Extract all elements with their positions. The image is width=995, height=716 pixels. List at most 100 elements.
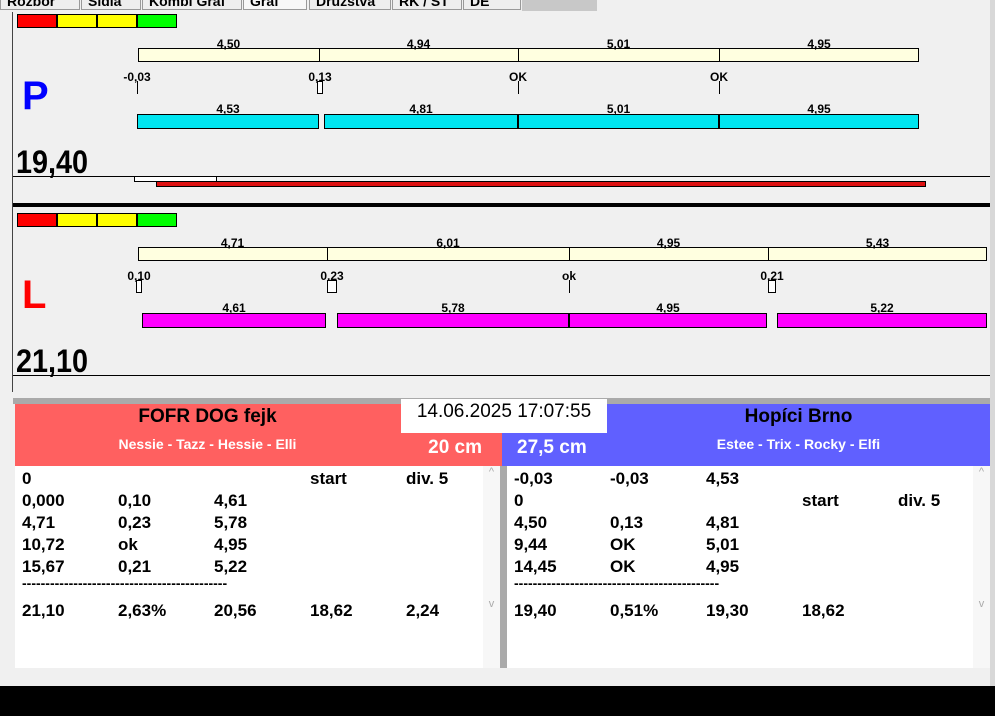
result-cell: div. 5	[406, 469, 449, 488]
summary-cell: 18,62	[310, 601, 353, 620]
summary-cell: 20,56	[214, 601, 257, 620]
status-color-cell	[57, 213, 97, 227]
segment-divider	[327, 247, 328, 261]
split-time-label: 4,95	[656, 301, 680, 315]
result-cell: 0,13	[610, 513, 644, 532]
result-cell: 4,71	[22, 513, 56, 532]
result-cell: 4,95	[706, 557, 740, 576]
summary-cell: 21,10	[22, 601, 65, 620]
result-cell: 0,23	[118, 513, 152, 532]
taskbar	[0, 686, 995, 716]
result-cell: 0,000	[22, 491, 65, 510]
lane-side-label: P	[22, 74, 49, 118]
split-time-label: 5,22	[870, 301, 894, 315]
right-team-dogs: Estee - Trix - Rocky - Elfi	[716, 436, 881, 452]
summary-cell: 19,30	[706, 601, 749, 620]
reaction-marker	[136, 280, 142, 293]
timeline-axis	[13, 375, 990, 376]
run-time-label: 5,43	[865, 236, 890, 250]
result-cell: start	[802, 491, 839, 510]
segment-divider	[719, 48, 720, 62]
segment-divider	[569, 247, 570, 261]
result-cell: 4,53	[706, 469, 740, 488]
reaction-marker	[137, 81, 138, 94]
result-cell: ok	[118, 535, 138, 554]
result-cell: 0	[22, 469, 32, 488]
timeline-bar	[156, 181, 926, 187]
result-cell: start	[310, 469, 347, 488]
result-cell: 4,81	[706, 513, 740, 532]
reaction-marker	[327, 280, 337, 293]
summary-cell: 0,51%	[610, 601, 659, 620]
summary-cell: 18,62	[802, 601, 845, 620]
scrollbar[interactable]: ^ v	[483, 466, 500, 668]
summary-cell: 2,24	[406, 601, 440, 620]
right-team-height: 27,5 cm	[517, 437, 587, 458]
left-team-dogs: Nessie - Tazz - Hessie - Elli	[118, 436, 297, 452]
split-time-label: 4,61	[222, 301, 246, 315]
segment-divider	[518, 48, 519, 62]
datetime: 14.06.2025 17:07:55	[401, 399, 607, 433]
result-cell: -0,03	[514, 469, 553, 488]
result-cell: 4,95	[214, 535, 248, 554]
tab-rozbor[interactable]: Rozbor	[0, 0, 80, 10]
right-team-name: Hopíci Brno	[744, 406, 853, 427]
result-cell: 0,21	[118, 557, 152, 576]
summary-cell: 2,63%	[118, 601, 167, 620]
result-cell: div. 5	[898, 491, 941, 510]
status-color-cell	[17, 14, 57, 28]
run-time-bar	[138, 48, 919, 62]
result-cell: 4,61	[214, 491, 248, 510]
result-cell: 10,72	[22, 535, 65, 554]
split-time-bar	[142, 313, 326, 328]
run-time-label: 4,95	[807, 37, 831, 51]
tab-bar: Rozbor Sídla Kombi Graf Graf Družstva RK…	[0, 0, 995, 11]
result-cell: 14,45	[514, 557, 557, 576]
tab-druzstva[interactable]: Družstva	[309, 0, 391, 10]
right-edge	[990, 0, 995, 686]
status-color-cell	[97, 14, 137, 28]
run-time-label: 5,01	[606, 37, 631, 51]
scrollbar[interactable]: ^ v	[973, 466, 990, 668]
split-time-label: 4,81	[409, 102, 433, 116]
status-color-cell	[17, 213, 57, 227]
status-color-cell	[97, 213, 137, 227]
split-time-bar	[569, 313, 767, 328]
result-cell: 4,50	[514, 513, 548, 532]
status-color-cell	[137, 14, 177, 28]
result-cell: -0,03	[610, 469, 649, 488]
left-team-name: FOFR DOG fejk	[138, 406, 277, 427]
run-time-label: 4,71	[220, 236, 245, 250]
run-time-label: 4,94	[406, 37, 431, 51]
right-results-text[interactable]: ^ v -0,03 -0,03 4,53 0 start div. 5 4,50 0,13 4,81…	[507, 466, 990, 668]
lane-side-label: L	[22, 273, 47, 317]
run-time-label: 4,95	[656, 236, 681, 250]
left-team-height: 20 cm	[428, 437, 482, 458]
reaction-marker	[768, 280, 776, 293]
left-results-text[interactable]: ^ v 0 start div. 5 0,000 0,10 4,61 4,71 0,23 5,78 1…	[15, 466, 500, 668]
tab-sidla[interactable]: Sídla	[81, 0, 141, 10]
split-time-bar	[324, 114, 518, 129]
reaction-marker	[719, 81, 720, 94]
result-cell: 0,10	[118, 491, 152, 510]
result-cell: 0	[514, 491, 524, 510]
tab-rk-st[interactable]: RK / ST	[392, 0, 462, 10]
status-color-cell	[57, 14, 97, 28]
tab-kombi-graf[interactable]: Kombi Graf	[142, 0, 242, 10]
result-cell: 5,01	[706, 535, 740, 554]
result-cell: 5,78	[214, 513, 248, 532]
split-time-bar	[518, 114, 719, 129]
separator-line: ----------------------------------------…	[514, 575, 720, 591]
split-time-label: 4,53	[216, 102, 240, 116]
split-time-bar	[777, 313, 987, 328]
reaction-marker	[518, 81, 519, 94]
tab-de[interactable]: DE	[463, 0, 521, 10]
result-cell: 15,67	[22, 557, 65, 576]
tab-graf[interactable]: Graf	[243, 0, 307, 10]
segment-divider	[768, 247, 769, 261]
split-time-label: 4,95	[807, 102, 831, 116]
result-cell: OK	[610, 535, 636, 554]
status-color-cell	[137, 213, 177, 227]
result-cell: 5,22	[214, 557, 248, 576]
separator-line: ----------------------------------------…	[22, 575, 228, 591]
